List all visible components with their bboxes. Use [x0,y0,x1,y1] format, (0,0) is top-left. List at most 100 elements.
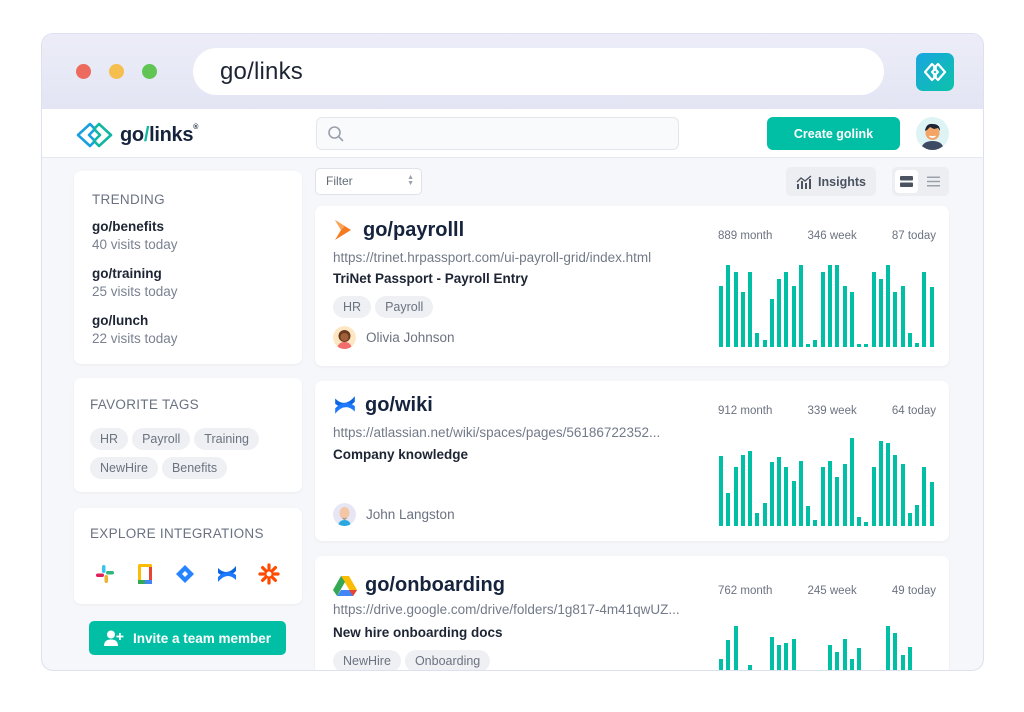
browser-window: go/links go/links® Create golink TRENDIN… [41,33,984,671]
maximize-window-button[interactable] [142,64,157,79]
confluence-icon[interactable] [216,563,238,590]
visits-bar [755,512,760,526]
visits-bar [864,344,869,347]
tag-benefits[interactable]: Benefits [161,457,228,479]
link-stats: 912 month 339 week 64 today [718,405,936,417]
close-window-button[interactable] [76,64,91,79]
visits-bar [726,265,731,347]
minimize-window-button[interactable] [109,64,124,79]
favorite-tags-title: FAVORITE TAGS [90,397,199,412]
tag-payroll[interactable]: Payroll [132,428,191,450]
visits-bar [871,271,876,347]
visits-bar [900,285,905,347]
integrations-list [94,563,280,590]
link-url[interactable]: https://atlassian.net/wiki/spaces/pages/… [333,425,660,440]
search-input[interactable] [316,117,679,150]
zapier-icon[interactable] [258,563,280,590]
link-card[interactable]: go/onboarding https://drive.google.com/d… [315,556,949,670]
visits-bar [762,340,767,347]
stat-week: 245 week [807,585,857,597]
link-name[interactable]: go/wiki [365,394,433,417]
visits-bar [871,467,876,526]
tag-newhire[interactable]: NewHire [333,650,401,670]
visits-bar [791,481,796,526]
integrations-title: EXPLORE INTEGRATIONS [90,526,264,541]
favorite-tags-card: FAVORITE TAGS HR Payroll Training NewHire Be… [74,378,302,492]
trending-card: TRENDING go/benefits 40 visits today go/… [74,171,302,364]
visits-bar [769,299,774,347]
link-name[interactable]: go/onboarding [365,574,505,597]
link-owner: John Langston [333,503,455,526]
visits-bar [857,517,862,526]
visits-bar [828,265,832,347]
link-stats: 762 month 245 week 49 today [718,585,936,597]
visits-bar [740,454,745,526]
link-card[interactable]: go/payrolll https://trinet.hrpassport.co… [315,206,949,366]
visits-bar [835,265,840,347]
visits-bar [900,654,905,670]
google-docs-icon[interactable] [136,563,154,590]
select-arrows-icon: ▲ ▼ [407,174,414,187]
logo-wordmark: go/links® [120,123,199,146]
stat-month: 889 month [718,230,773,242]
visits-bar [922,271,927,347]
visits-bar [849,438,854,526]
tag-newhire[interactable]: NewHire [90,457,158,479]
stat-today: 64 today [891,405,936,417]
visits-bar [798,265,803,347]
link-url[interactable]: https://trinet.hrpassport.com/ui-payroll… [333,250,651,265]
insights-chart-icon [796,174,812,189]
trending-item[interactable]: go/training 25 visits today [92,266,178,299]
stat-week: 339 week [807,405,857,417]
visits-bar [769,461,774,526]
link-card[interactable]: go/wiki https://atlassian.net/wiki/space… [315,381,949,541]
visits-bar [769,636,774,670]
stat-month: 912 month [718,405,773,417]
visits-bar [849,658,854,670]
slack-icon[interactable] [94,563,116,590]
tag-onboarding[interactable]: Onboarding [404,650,491,670]
tag-hr[interactable]: HR [90,428,129,450]
insights-button[interactable]: Insights [786,167,876,196]
google-drive-icon [333,575,357,596]
card-view-button[interactable] [895,170,918,193]
visits-bar [740,292,745,347]
trending-item[interactable]: go/benefits 40 visits today [92,219,178,252]
jira-icon[interactable] [174,563,196,590]
tag-payroll[interactable]: Payroll [375,296,434,318]
trending-item[interactable]: go/lunch 22 visits today [92,313,178,346]
golinks-extension-icon[interactable] [916,53,954,91]
address-bar[interactable]: go/links [193,48,884,95]
link-description: New hire onboarding docs [333,625,503,640]
visits-chart [718,622,936,670]
add-user-icon [103,630,124,646]
visits-bar [806,505,811,526]
tag-training[interactable]: Training [194,428,259,450]
tag-hr[interactable]: HR [333,296,372,318]
visits-bar [784,467,789,526]
create-golink-button[interactable]: Create golink [767,117,900,150]
visits-bar [893,454,898,526]
user-avatar[interactable] [916,117,949,150]
visits-bar [842,639,847,670]
integrations-card: EXPLORE INTEGRATIONS [74,508,302,604]
visits-bar [893,633,898,670]
visits-bar [726,640,731,670]
visits-bar [791,639,796,670]
visits-bar [907,512,912,526]
visits-bar [849,292,854,347]
visits-bar [886,265,891,347]
visits-bar [922,467,927,526]
link-name[interactable]: go/payrolll [363,219,464,242]
stat-today: 49 today [891,585,936,597]
filter-select[interactable]: Filter ▲ ▼ [315,168,422,195]
visits-bar [820,467,825,526]
visits-bar [915,342,920,347]
golinks-logo[interactable]: go/links® [75,121,198,149]
visits-bar [777,644,782,670]
visits-bar [907,646,912,670]
invite-team-member-button[interactable]: Invite a team member [89,621,286,655]
link-url[interactable]: https://drive.google.com/drive/folders/1… [333,602,680,617]
list-view-button[interactable] [922,170,945,193]
link-owner: Olivia Johnson [333,326,455,349]
